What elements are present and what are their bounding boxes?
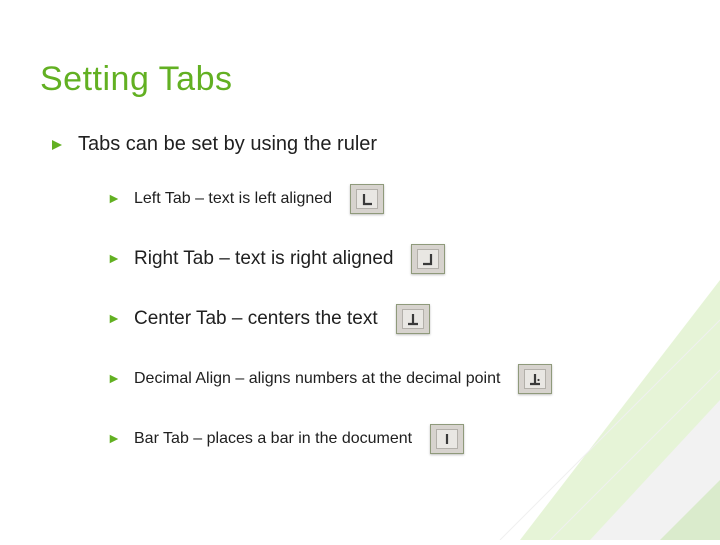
bullet-decimal-tab: Decimal Align – aligns numbers at the de… <box>108 364 680 394</box>
sub-bullet-list: Left Tab – text is left aligned Right Ta… <box>40 184 680 454</box>
decimal-tab-icon <box>518 364 552 394</box>
bullet-main-text: Tabs can be set by using the ruler <box>78 133 377 156</box>
arrow-bullet-icon <box>108 313 120 325</box>
bullet-text: Bar Tab – places a bar in the document <box>134 430 412 448</box>
arrow-bullet-icon <box>108 193 120 205</box>
left-tab-icon <box>350 184 384 214</box>
bullet-text: Decimal Align – aligns numbers at the de… <box>134 370 500 388</box>
slide-title: Setting Tabs <box>40 60 680 99</box>
arrow-bullet-icon <box>108 253 120 265</box>
arrow-bullet-icon <box>50 138 64 152</box>
bullet-text: Right Tab – text is right aligned <box>134 248 393 270</box>
bullet-text: Center Tab – centers the text <box>134 308 378 330</box>
bullet-center-tab: Center Tab – centers the text <box>108 304 680 334</box>
bullet-main: Tabs can be set by using the ruler <box>40 133 680 156</box>
bullet-right-tab: Right Tab – text is right aligned <box>108 244 680 274</box>
bar-tab-icon <box>430 424 464 454</box>
bullet-left-tab: Left Tab – text is left aligned <box>108 184 680 214</box>
bullet-bar-tab: Bar Tab – places a bar in the document <box>108 424 680 454</box>
arrow-bullet-icon <box>108 433 120 445</box>
center-tab-icon <box>396 304 430 334</box>
right-tab-icon <box>411 244 445 274</box>
arrow-bullet-icon <box>108 373 120 385</box>
bullet-text: Left Tab – text is left aligned <box>134 190 332 208</box>
